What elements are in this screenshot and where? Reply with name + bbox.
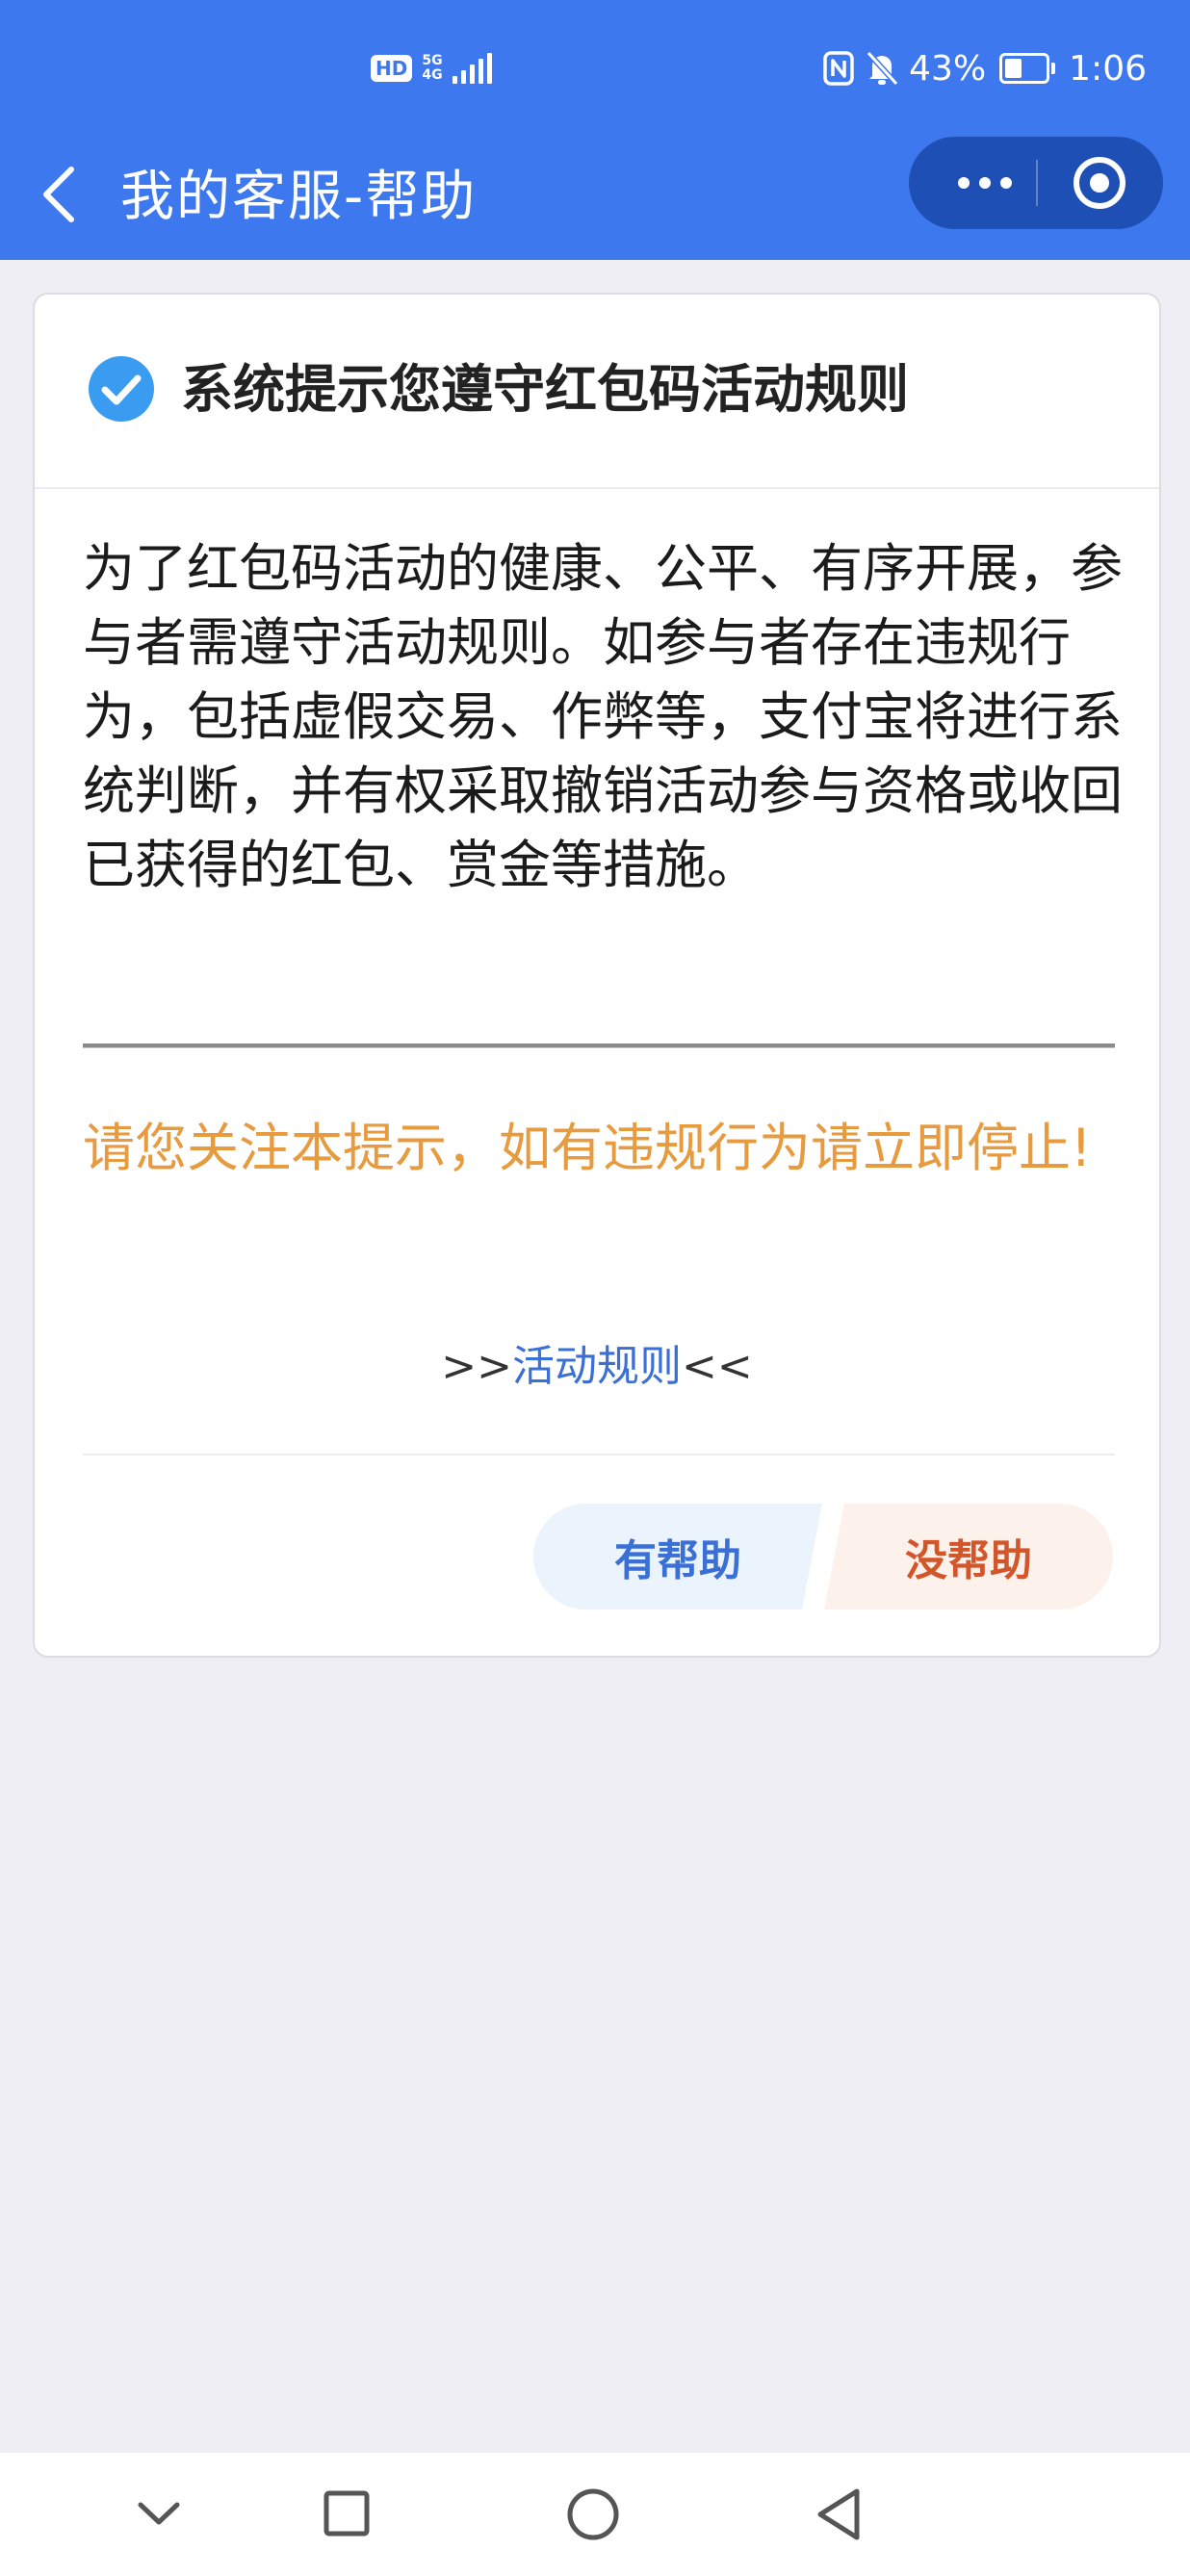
card-title: 系统提示您遵守红包码活动规则 <box>181 359 909 420</box>
more-icon[interactable] <box>942 164 1028 202</box>
battery-percent: 43% <box>909 48 987 89</box>
help-card: 系统提示您遵守红包码活动规则 为了红包码活动的健康、公平、有序开展，参与者需遵守… <box>33 293 1161 1658</box>
status-bar: HD 5G 4G 43% 1:06 <box>0 0 1190 135</box>
check-circle-icon <box>89 356 154 422</box>
helpful-button[interactable]: 有帮助 <box>562 1504 822 1610</box>
back-arrow-icon[interactable] <box>37 156 94 233</box>
hd-icon: HD <box>371 55 413 82</box>
page-title: 我的客服-帮助 <box>120 166 478 228</box>
not-helpful-button[interactable]: 没帮助 <box>824 1504 1113 1610</box>
network-type: 5G 4G <box>422 54 442 83</box>
header-divider <box>35 487 1159 489</box>
link-prefix: >> <box>441 1342 512 1391</box>
link-suffix: << <box>682 1342 753 1391</box>
status-right: 43% 1:06 <box>822 44 1147 92</box>
network-top: 5G <box>422 53 443 68</box>
notice-body: 为了红包码活动的健康、公平、有序开展，参与者需遵守活动规则。如参与者存在违规行为… <box>83 538 1123 895</box>
warning-text: 请您关注本提示，如有违规行为请立即停止! <box>83 1118 1092 1178</box>
signal-icon <box>452 53 492 84</box>
footer-divider <box>83 1454 1115 1455</box>
clock: 1:06 <box>1069 48 1147 89</box>
triangle-back-icon[interactable] <box>815 2486 865 2543</box>
battery-fill <box>1005 59 1022 78</box>
card-header: 系统提示您遵守红包码活动规则 <box>35 295 1159 487</box>
rules-link-row: >>活动规则<< <box>35 1338 1159 1396</box>
capsule-divider <box>1036 160 1038 206</box>
mini-program-capsule <box>909 137 1163 229</box>
chevron-down-icon[interactable] <box>135 2486 183 2543</box>
mute-bell-icon <box>866 50 899 87</box>
nfc-icon <box>823 51 854 86</box>
battery-icon <box>999 53 1056 84</box>
square-icon[interactable] <box>323 2486 371 2543</box>
activity-rules-link[interactable]: 活动规则 <box>512 1342 682 1391</box>
nav-bar: 我的客服-帮助 <box>0 135 1190 260</box>
close-target-icon[interactable] <box>1071 154 1128 212</box>
network-indicators: HD 5G 4G <box>371 48 492 89</box>
section-rule <box>83 1043 1115 1048</box>
circle-home-icon[interactable] <box>566 2486 620 2543</box>
system-nav-bar <box>0 2453 1190 2576</box>
header: HD 5G 4G 43% 1:06 我的客服-帮助 <box>0 0 1190 260</box>
network-bottom: 4G <box>422 67 443 83</box>
helpful-label: 有帮助 <box>614 1536 741 1585</box>
not-helpful-label: 没帮助 <box>905 1536 1032 1585</box>
